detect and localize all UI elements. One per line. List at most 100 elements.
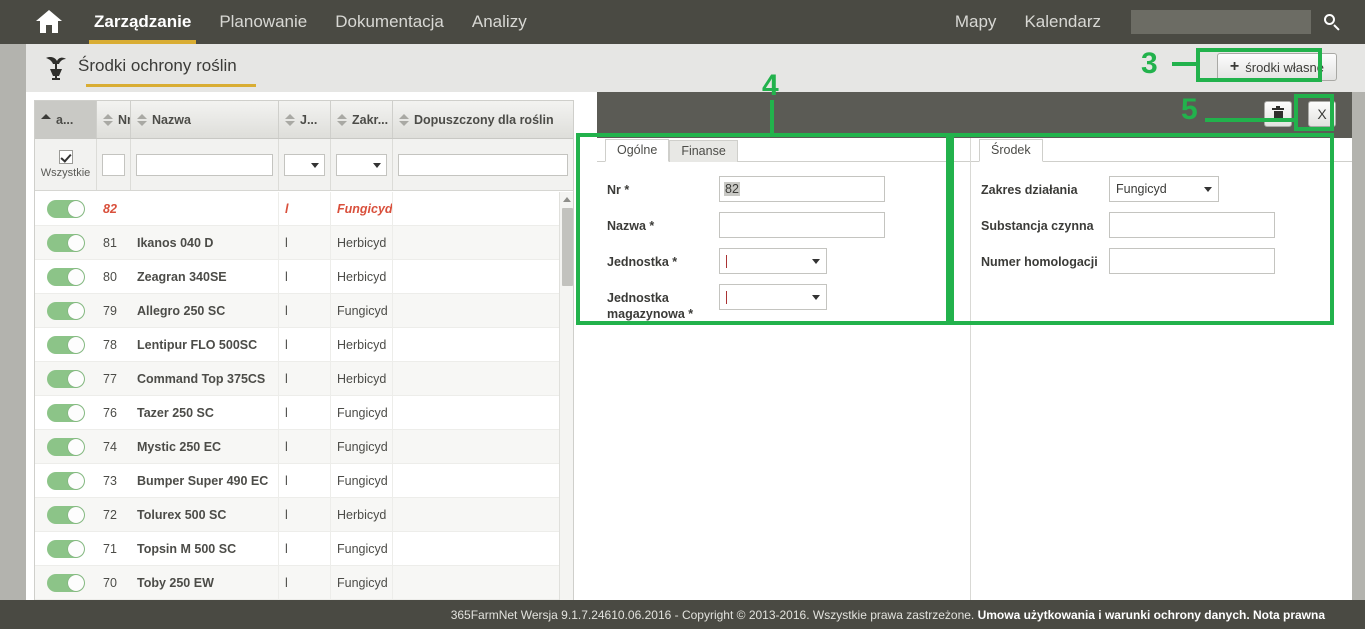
- row-toggle[interactable]: [47, 505, 85, 524]
- row-toggle[interactable]: [47, 403, 85, 422]
- annotation-leader-3: [1172, 62, 1198, 66]
- home-icon[interactable]: [36, 10, 62, 34]
- left-gutter: [0, 44, 26, 629]
- tab-label: Środek: [991, 143, 1031, 157]
- table-vertical-scrollbar[interactable]: [559, 192, 573, 611]
- column-header-name[interactable]: Nazwa: [131, 101, 279, 138]
- row-active-toggle-cell: [35, 532, 97, 565]
- table-row[interactable]: 76 Tazer 250 SC l Fungicyd: [35, 396, 573, 430]
- filter-unit-select[interactable]: [284, 153, 325, 176]
- table-row[interactable]: 79 Allegro 250 SC l Fungicyd: [35, 294, 573, 328]
- filter-all-checkbox[interactable]: [58, 150, 73, 164]
- row-allowed: [393, 396, 573, 429]
- detail-right-tabstrip: Środek: [971, 138, 1352, 162]
- row-allowed: [393, 464, 573, 497]
- search-icon[interactable]: [1323, 13, 1341, 31]
- table-row[interactable]: 71 Topsin M 500 SC l Fungicyd: [35, 532, 573, 566]
- field-row-numer-homologacji: Numer homologacji: [981, 248, 1342, 274]
- field-row-nazwa: Nazwa *: [607, 212, 960, 238]
- row-toggle[interactable]: [47, 437, 85, 456]
- table-row[interactable]: 78 Lentipur FLO 500SC l Herbicyd: [35, 328, 573, 362]
- page-title-underline: [86, 84, 256, 87]
- table-row[interactable]: 81 Ikanos 040 D l Herbicyd: [35, 226, 573, 260]
- row-active-toggle-cell: [35, 396, 97, 429]
- search-input[interactable]: [1131, 10, 1311, 34]
- column-header-unit[interactable]: J...: [279, 101, 331, 138]
- tab-srodek[interactable]: Środek: [979, 139, 1043, 162]
- add-own-products-button[interactable]: + środki własne: [1216, 53, 1337, 81]
- table-row[interactable]: 72 Tolurex 500 SC l Herbicyd: [35, 498, 573, 532]
- row-toggle[interactable]: [47, 233, 85, 252]
- products-table: a... Nr Nazwa J... Zakr... Dopuszczony d…: [34, 100, 574, 612]
- row-toggle[interactable]: [47, 369, 85, 388]
- nav-item-mapy[interactable]: Mapy: [941, 0, 1011, 44]
- row-active-toggle-cell: [35, 192, 97, 225]
- sort-icon[interactable]: [103, 113, 114, 126]
- table-row[interactable]: 74 Mystic 250 EC l Fungicyd: [35, 430, 573, 464]
- row-nr: 70: [103, 575, 117, 590]
- row-active-toggle-cell: [35, 566, 97, 599]
- field-select-zakres-dzialania[interactable]: Fungicyd: [1109, 176, 1219, 202]
- row-toggle[interactable]: [47, 199, 85, 218]
- field-select-jednostka-magazynowa[interactable]: [719, 284, 827, 310]
- filter-nr-input[interactable]: [102, 153, 125, 176]
- field-input-substancja-czynna[interactable]: [1109, 212, 1275, 238]
- delete-button[interactable]: [1264, 101, 1292, 127]
- row-toggle[interactable]: [47, 539, 85, 558]
- row-scope: Herbicyd: [331, 498, 393, 531]
- nav-item-label: Dokumentacja: [335, 12, 444, 31]
- nav-item-analizy[interactable]: Analizy: [458, 0, 541, 44]
- tab-ogolne[interactable]: Ogólne: [605, 139, 670, 162]
- column-header-active[interactable]: a...: [35, 101, 97, 138]
- field-input-nazwa[interactable]: [719, 212, 885, 238]
- field-input-numer-homologacji[interactable]: [1109, 248, 1275, 274]
- filter-allowed-input[interactable]: [398, 153, 568, 176]
- row-allowed: [393, 192, 573, 225]
- tab-finanse[interactable]: Finanse: [669, 140, 738, 162]
- scroll-up-icon[interactable]: [563, 197, 571, 202]
- table-row[interactable]: 82 l Fungicyd: [35, 192, 573, 226]
- filter-scope-select[interactable]: [336, 153, 387, 176]
- close-button[interactable]: X: [1308, 101, 1336, 127]
- table-row[interactable]: 77 Command Top 375CS l Herbicyd: [35, 362, 573, 396]
- nav-item-dokumentacja[interactable]: Dokumentacja: [321, 0, 458, 44]
- field-label-substancja-czynna: Substancja czynna: [981, 219, 1094, 233]
- sort-icon[interactable]: [285, 113, 296, 126]
- row-toggle[interactable]: [47, 471, 85, 490]
- row-name: Lentipur FLO 500SC: [131, 328, 279, 361]
- nav-item-zarzadzanie[interactable]: Zarządzanie: [80, 0, 205, 44]
- row-unit: l: [279, 464, 331, 497]
- table-row[interactable]: 70 Toby 250 EW l Fungicyd: [35, 566, 573, 600]
- nav-item-kalendarz[interactable]: Kalendarz: [1010, 0, 1115, 44]
- row-unit: l: [279, 294, 331, 327]
- chevron-down-icon: [1204, 187, 1212, 192]
- row-name: Bumper Super 490 EC: [131, 464, 279, 497]
- row-toggle[interactable]: [47, 267, 85, 286]
- column-header-scope[interactable]: Zakr...: [331, 101, 393, 138]
- column-header-label: Nazwa: [152, 112, 191, 127]
- row-unit: l: [279, 566, 331, 599]
- sort-icon[interactable]: [337, 113, 348, 126]
- row-toggle[interactable]: [47, 573, 85, 592]
- field-input-nr[interactable]: 82: [719, 176, 885, 202]
- field-label-zakres-dzialania: Zakres działania: [981, 183, 1078, 197]
- sort-icon[interactable]: [399, 113, 410, 126]
- nav-item-planowanie[interactable]: Planowanie: [205, 0, 321, 44]
- row-nr: 78: [103, 337, 117, 352]
- row-toggle[interactable]: [47, 301, 85, 320]
- column-header-allowed[interactable]: Dopuszczony dla roślin: [393, 101, 573, 138]
- table-row[interactable]: 80 Zeagran 340SE l Herbicyd: [35, 260, 573, 294]
- row-toggle[interactable]: [47, 335, 85, 354]
- sort-icon[interactable]: [137, 113, 148, 126]
- row-nr: 72: [103, 507, 117, 522]
- field-row-jednostka-magazynowa: Jednostka magazynowa *: [607, 284, 960, 322]
- footer-bar: 365FarmNet Wersja 9.1.7.24610.06.2016 - …: [0, 600, 1365, 629]
- field-label-nazwa: Nazwa *: [607, 219, 655, 233]
- table-row[interactable]: 73 Bumper Super 490 EC l Fungicyd: [35, 464, 573, 498]
- footer-legal-links[interactable]: Umowa użytkowania i warunki ochrony dany…: [978, 608, 1325, 622]
- scrollbar-thumb[interactable]: [562, 208, 573, 286]
- field-select-jednostka[interactable]: [719, 248, 827, 274]
- sort-asc-icon[interactable]: [41, 113, 52, 126]
- filter-name-input[interactable]: [136, 153, 273, 176]
- column-header-nr[interactable]: Nr: [97, 101, 131, 138]
